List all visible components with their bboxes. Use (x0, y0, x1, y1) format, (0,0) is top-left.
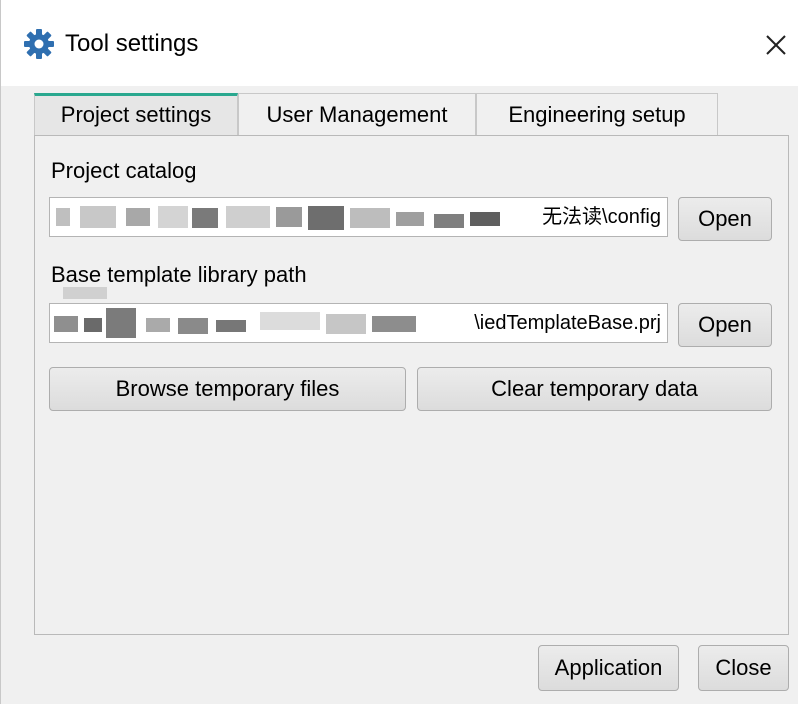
redacted-text (260, 312, 320, 330)
redacted-text (106, 308, 136, 338)
redacted-text (63, 287, 107, 299)
redacted-text (470, 212, 500, 226)
base-template-value: \iedTemplateBase.prj (472, 304, 661, 342)
project-catalog-label: Project catalog (51, 158, 197, 183)
redacted-text (226, 206, 270, 228)
gear-icon (23, 28, 55, 60)
tab-engineering-setup[interactable]: Engineering setup (476, 93, 718, 135)
close-icon[interactable] (755, 24, 795, 64)
redacted-text (326, 314, 366, 334)
clear-temporary-data-button[interactable]: Clear temporary data (417, 367, 772, 411)
redacted-text (396, 212, 424, 226)
project-catalog-field[interactable]: 无法读\config (49, 197, 668, 237)
redacted-text (126, 208, 150, 226)
redacted-text (56, 208, 70, 226)
redacted-text (350, 208, 390, 228)
base-template-field[interactable]: \iedTemplateBase.prj (49, 303, 668, 343)
tool-settings-dialog: Tool settings Project settings User Mana… (0, 0, 798, 704)
redacted-text (216, 320, 246, 332)
redacted-text (54, 316, 78, 332)
redacted-text (192, 208, 218, 228)
close-button[interactable]: Close (698, 645, 789, 691)
tab-project-settings[interactable]: Project settings (34, 93, 238, 135)
tab-user-management[interactable]: User Management (238, 93, 476, 135)
redacted-text (372, 316, 416, 332)
redacted-text (434, 214, 464, 228)
project-catalog-value: 无法读\config (540, 198, 661, 236)
redacted-text (308, 206, 344, 230)
redacted-text (178, 318, 208, 334)
redacted-text (84, 318, 102, 332)
redacted-text (146, 318, 170, 332)
open-project-catalog-button[interactable]: Open (678, 197, 772, 241)
title-bar: Tool settings (1, 0, 798, 86)
redacted-text (158, 206, 188, 228)
window-title: Tool settings (65, 30, 199, 57)
open-base-template-button[interactable]: Open (678, 303, 772, 347)
redacted-text (80, 206, 116, 228)
apply-button[interactable]: Application (538, 645, 679, 691)
redacted-text (276, 207, 302, 227)
base-template-label: Base template library path (51, 262, 307, 287)
browse-temporary-files-button[interactable]: Browse temporary files (49, 367, 406, 411)
